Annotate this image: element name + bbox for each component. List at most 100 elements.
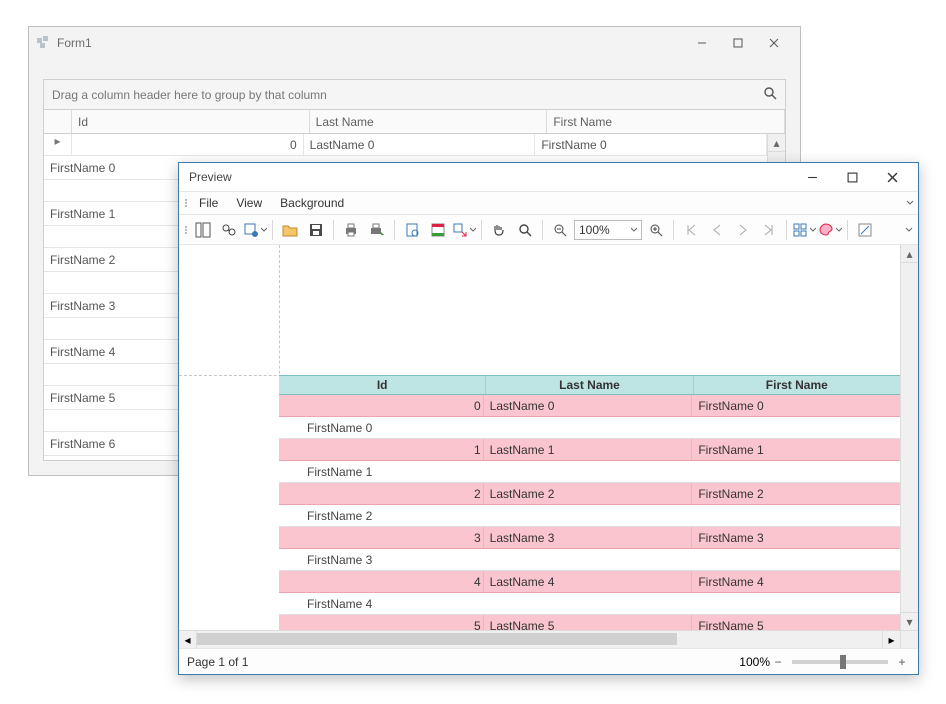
prev-page-icon[interactable]	[705, 218, 729, 242]
table-row: 4LastName 4FirstName 4	[279, 571, 900, 593]
col-header-last[interactable]: Last Name	[310, 110, 548, 133]
cell-id: 5	[279, 615, 484, 630]
header-footer-icon[interactable]	[426, 218, 450, 242]
last-page-icon[interactable]	[757, 218, 781, 242]
close-button[interactable]	[756, 31, 792, 55]
toolbar: 100%	[179, 215, 918, 245]
cell-id: 2	[279, 483, 484, 504]
zoom-minus-button[interactable]: −	[770, 654, 786, 670]
group-panel[interactable]: Drag a column header here to group by th…	[44, 80, 785, 110]
find-icon[interactable]	[217, 218, 241, 242]
toolbar-grip-icon[interactable]	[183, 226, 189, 234]
magnifier-icon[interactable]	[513, 218, 537, 242]
preview-subrow: FirstName 3	[279, 549, 900, 571]
scroll-up-icon[interactable]: ▴	[768, 134, 785, 152]
page-indicator: Page 1 of 1	[187, 655, 248, 669]
preview-subrow: FirstName 2	[279, 505, 900, 527]
save-icon[interactable]	[304, 218, 328, 242]
menu-bar: File View Background	[179, 191, 918, 215]
group-hint: Drag a column header here to group by th…	[52, 88, 327, 102]
cell-first[interactable]: FirstName 0	[535, 134, 767, 155]
cell-first: FirstName 1	[692, 439, 900, 460]
close-button[interactable]	[872, 164, 912, 190]
parameters-icon[interactable]	[243, 218, 267, 242]
zoom-readout: 100%	[739, 655, 770, 669]
cell-last: LastName 2	[484, 483, 693, 504]
menu-background[interactable]: Background	[272, 193, 352, 213]
color-icon[interactable]	[818, 218, 842, 242]
column-header-row: Id Last Name First Name	[44, 110, 785, 134]
col-header-first[interactable]: First Name	[547, 110, 785, 133]
preview-titlebar[interactable]: Preview	[179, 163, 918, 191]
table-row: 5LastName 5FirstName 5	[279, 615, 900, 630]
zoom-out-icon[interactable]	[548, 218, 572, 242]
zoom-combo[interactable]: 100%	[574, 220, 642, 240]
horizontal-scrollbar[interactable]: ◂ ▸	[179, 630, 900, 648]
scroll-down-icon[interactable]: ▾	[901, 612, 918, 630]
scroll-left-icon[interactable]: ◂	[179, 631, 197, 648]
zoom-in-icon[interactable]	[644, 218, 668, 242]
cell-last: LastName 0	[484, 395, 693, 416]
col-header-id[interactable]: Id	[72, 110, 310, 133]
hand-tool-icon[interactable]	[487, 218, 511, 242]
cell-first: FirstName 3	[692, 527, 900, 548]
zoom-value: 100%	[579, 223, 610, 237]
cell-first: FirstName 0	[692, 395, 900, 416]
cell-last[interactable]: LastName 0	[304, 134, 536, 155]
hdr-id: Id	[279, 376, 486, 394]
cell-id: 0	[279, 395, 484, 416]
first-page-icon[interactable]	[679, 218, 703, 242]
multipage-icon[interactable]	[792, 218, 816, 242]
cell-id: 4	[279, 571, 484, 592]
thumbnails-icon[interactable]	[191, 218, 215, 242]
preview-subrow: FirstName 0	[279, 417, 900, 439]
toolbar-grip-icon[interactable]	[183, 199, 189, 207]
app-icon	[37, 36, 51, 50]
form1-titlebar[interactable]: Form1	[29, 27, 800, 59]
hdr-last: Last Name	[486, 376, 693, 394]
scroll-up-icon[interactable]: ▴	[901, 245, 918, 263]
minimize-button[interactable]	[684, 31, 720, 55]
scroll-right-icon[interactable]: ▸	[882, 631, 900, 648]
row-indicator: ▸	[44, 134, 72, 155]
minimize-button[interactable]	[792, 164, 832, 190]
cell-last: LastName 3	[484, 527, 693, 548]
print-icon[interactable]	[339, 218, 363, 242]
zoom-plus-button[interactable]: +	[894, 654, 910, 670]
maximize-button[interactable]	[832, 164, 872, 190]
cell-first: FirstName 2	[692, 483, 900, 504]
table-row: 1LastName 1FirstName 1	[279, 439, 900, 461]
table-row: 0LastName 0FirstName 0	[279, 395, 900, 417]
search-icon[interactable]	[763, 86, 777, 103]
open-icon[interactable]	[278, 218, 302, 242]
vertical-scrollbar[interactable]: ▴ ▾	[900, 245, 918, 630]
preview-subrow: FirstName 1	[279, 461, 900, 483]
page-setup-icon[interactable]	[400, 218, 424, 242]
scroll-corner	[900, 630, 918, 648]
maximize-button[interactable]	[720, 31, 756, 55]
document-canvas[interactable]: Id Last Name First Name 0LastName 0First…	[179, 245, 900, 630]
cell-id: 1	[279, 439, 484, 460]
scale-icon[interactable]	[452, 218, 476, 242]
cell-last: LastName 5	[484, 615, 693, 630]
menu-overflow-icon[interactable]	[906, 196, 914, 210]
scroll-thumb[interactable]	[197, 633, 677, 645]
menu-file[interactable]: File	[191, 193, 226, 213]
cell-id[interactable]: 0	[72, 134, 304, 155]
zoom-slider-thumb[interactable]	[840, 655, 846, 669]
watermark-icon[interactable]	[853, 218, 877, 242]
cell-last: LastName 1	[484, 439, 693, 460]
cell-first: FirstName 4	[692, 571, 900, 592]
toolbar-overflow-icon[interactable]	[904, 215, 914, 245]
preview-window: Preview File View Background 100%	[178, 162, 919, 675]
menu-view[interactable]: View	[228, 193, 270, 213]
next-page-icon[interactable]	[731, 218, 755, 242]
zoom-slider-track[interactable]	[792, 660, 888, 664]
table-row[interactable]: ▸ 0 LastName 0 FirstName 0	[44, 134, 767, 156]
hdr-first: First Name	[694, 376, 900, 394]
cell-last: LastName 4	[484, 571, 693, 592]
quick-print-icon[interactable]	[365, 218, 389, 242]
report-header-row: Id Last Name First Name	[279, 375, 900, 395]
document-area: Id Last Name First Name 0LastName 0First…	[179, 245, 918, 630]
cell-first: FirstName 5	[692, 615, 900, 630]
